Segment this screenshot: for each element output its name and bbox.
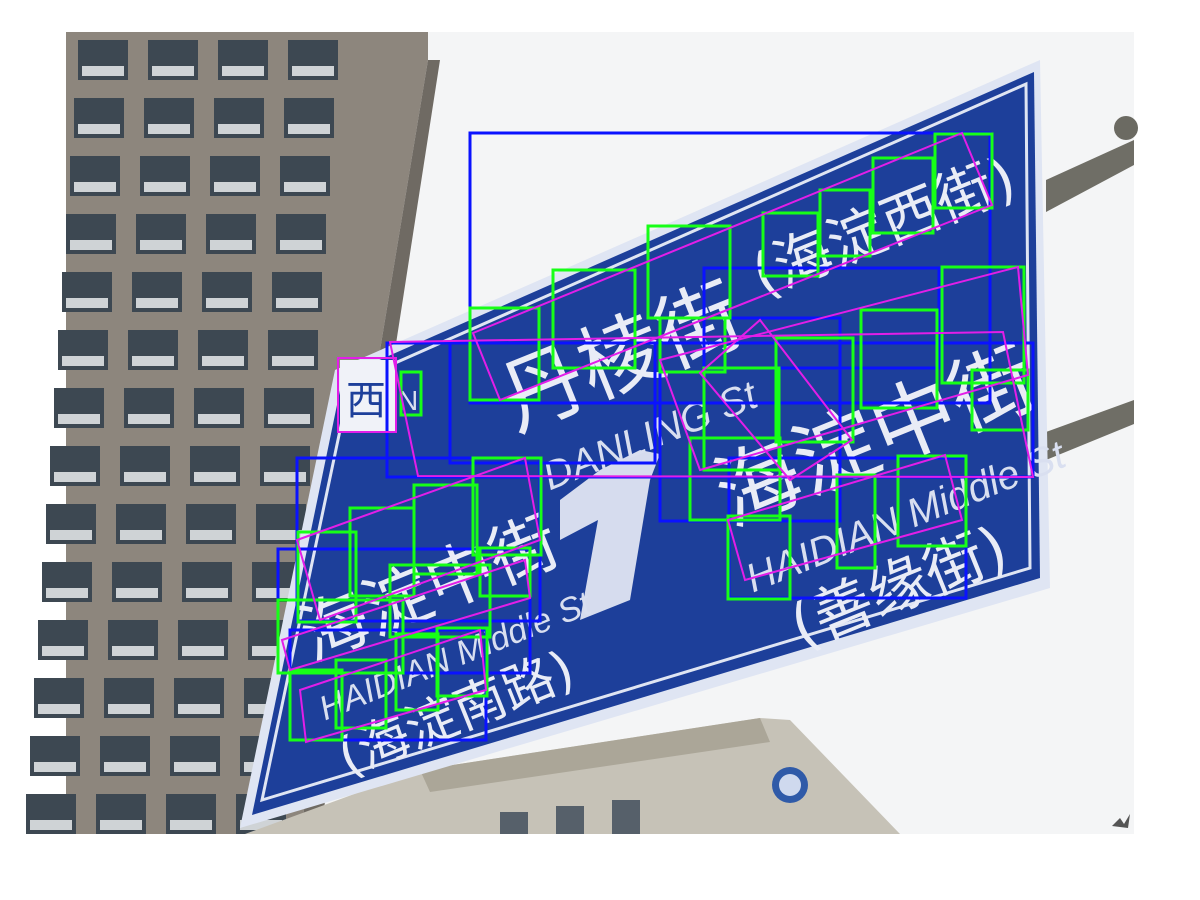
window-railing (268, 414, 310, 424)
window-railing (104, 762, 146, 772)
window-railing (132, 356, 174, 366)
window-railing (108, 704, 150, 714)
window-railing (152, 66, 194, 76)
window-railing (292, 66, 334, 76)
window-railing (70, 240, 112, 250)
window-railing (78, 124, 120, 134)
window-railing (206, 298, 248, 308)
window-railing (136, 298, 178, 308)
window-railing (218, 124, 260, 134)
window-railing (58, 414, 100, 424)
window-railing (276, 298, 318, 308)
window-railing (288, 124, 330, 134)
window-railing (34, 762, 76, 772)
window-railing (214, 182, 256, 192)
window-railing (210, 240, 252, 250)
window-railing (186, 588, 228, 598)
window-railing (140, 240, 182, 250)
window-railing (50, 530, 92, 540)
window-railing (38, 704, 80, 714)
window-railing (120, 530, 162, 540)
window-railing (144, 182, 186, 192)
window-railing (30, 820, 72, 830)
window-railing (148, 124, 190, 134)
window-railing (112, 646, 154, 656)
window-railing (264, 472, 306, 482)
window-railing (74, 182, 116, 192)
north-char: 西 (346, 378, 386, 424)
window-railing (128, 414, 170, 424)
window-railing (66, 298, 108, 308)
window-railing (202, 356, 244, 366)
window-railing (124, 472, 166, 482)
window-railing (170, 820, 212, 830)
window-railing (100, 820, 142, 830)
window-railing (54, 472, 96, 482)
window-railing (116, 588, 158, 598)
window-railing (46, 588, 88, 598)
street-sign-photo: 西 N 丹棱街 (海淀西街) DANLING St 海淀中街 HAIDIAN M… (26, 32, 1138, 834)
window-railing (182, 646, 224, 656)
window-railing (194, 472, 236, 482)
window-railing (198, 414, 240, 424)
window-railing (272, 356, 314, 366)
window-railing (42, 646, 84, 656)
window-railing (178, 704, 220, 714)
window-railing (82, 66, 124, 76)
window-railing (284, 182, 326, 192)
window-railing (62, 356, 104, 366)
window-railing (280, 240, 322, 250)
window-railing (222, 66, 264, 76)
window-railing (190, 530, 232, 540)
window-railing (174, 762, 216, 772)
